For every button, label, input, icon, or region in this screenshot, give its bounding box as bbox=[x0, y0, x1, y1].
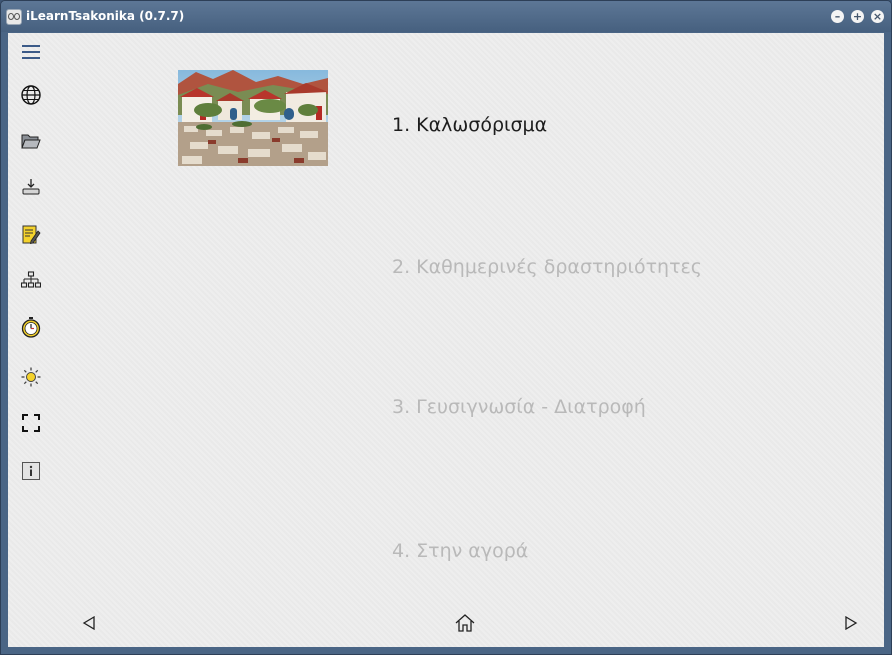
main-content: 1. Καλωσόρισμα 2. Καθημερινές δραστηριότ… bbox=[8, 33, 884, 647]
timer-button[interactable] bbox=[20, 316, 42, 338]
info-button[interactable] bbox=[20, 460, 42, 482]
lesson-item-4[interactable]: 4. Στην αγορά bbox=[392, 540, 528, 562]
download-button[interactable] bbox=[20, 176, 42, 198]
maximize-button[interactable]: + bbox=[851, 10, 864, 23]
app-logo-icon bbox=[6, 9, 22, 25]
edit-notes-icon bbox=[22, 225, 41, 245]
menu-icon bbox=[22, 45, 40, 59]
brightness-button[interactable] bbox=[20, 366, 42, 388]
next-button[interactable] bbox=[841, 613, 861, 633]
home-button[interactable] bbox=[455, 613, 475, 633]
previous-button[interactable] bbox=[79, 613, 99, 633]
title-bar[interactable]: iLearnTsakonika (0.7.7) – + × bbox=[1, 1, 891, 32]
globe-icon bbox=[21, 85, 41, 105]
lesson-item-2[interactable]: 2. Καθημερινές δραστηριότητες bbox=[392, 256, 702, 278]
prev-arrow-icon bbox=[82, 616, 95, 630]
edit-notes-button[interactable] bbox=[20, 224, 42, 246]
lesson-item-1[interactable]: 1. Καλωσόρισμα bbox=[392, 114, 547, 136]
open-folder-button[interactable] bbox=[20, 130, 42, 152]
menu-button[interactable] bbox=[20, 41, 42, 63]
close-icon: × bbox=[872, 10, 883, 23]
maximize-icon: + bbox=[852, 10, 863, 23]
folder-open-icon bbox=[21, 134, 41, 148]
close-button[interactable]: × bbox=[871, 10, 884, 23]
brightness-icon bbox=[21, 367, 41, 387]
fullscreen-button[interactable] bbox=[20, 412, 42, 434]
sitemap-icon bbox=[21, 271, 41, 288]
sitemap-button[interactable] bbox=[20, 269, 42, 291]
lesson-thumbnail[interactable] bbox=[178, 70, 328, 166]
minimize-button[interactable]: – bbox=[831, 10, 844, 23]
info-icon bbox=[22, 462, 40, 480]
fullscreen-icon bbox=[22, 414, 40, 432]
timer-icon bbox=[21, 316, 41, 338]
app-window: iLearnTsakonika (0.7.7) – + × 1. Καλωσόρ… bbox=[0, 0, 892, 655]
language-button[interactable] bbox=[20, 84, 42, 106]
minimize-icon: – bbox=[834, 10, 841, 23]
village-courtyard-image bbox=[178, 70, 328, 166]
next-arrow-icon bbox=[845, 616, 858, 630]
home-icon bbox=[455, 614, 475, 632]
download-icon bbox=[22, 179, 40, 195]
window-title: iLearnTsakonika (0.7.7) bbox=[26, 9, 185, 23]
lesson-item-3[interactable]: 3. Γευσιγνωσία - Διατροφή bbox=[392, 396, 646, 418]
